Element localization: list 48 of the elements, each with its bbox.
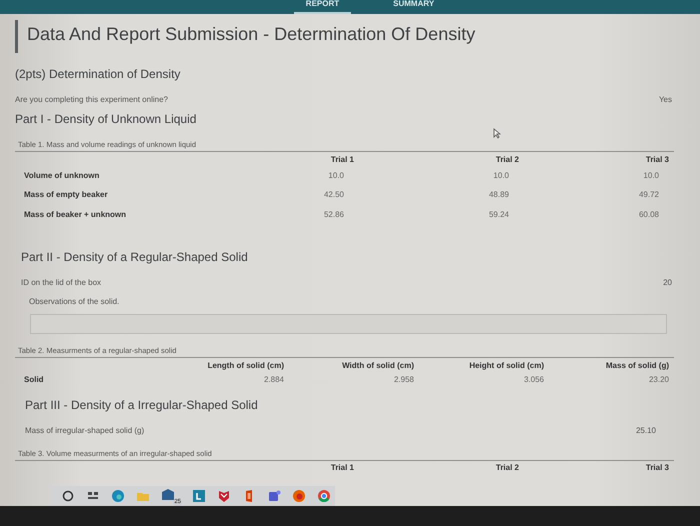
column-header: Length of solid (cm) — [206, 360, 284, 370]
row-label: Solid — [24, 374, 45, 384]
column-header: Trial 3 — [644, 462, 669, 472]
table-cell-text: 49.72 — [638, 190, 660, 198]
answer-value: 25.10 — [636, 426, 656, 435]
answer-value: Yes — [658, 95, 672, 104]
question-label: Mass of irregular-shaped solid (g) — [25, 426, 144, 435]
column-header: Trial 2 — [494, 154, 519, 164]
table-cell-text: 3.056 — [522, 374, 544, 384]
part-heading: Part I - Density of Unknown Liquid — [15, 112, 198, 126]
letter-l-icon[interactable] — [191, 488, 207, 504]
search-icon[interactable] — [60, 488, 76, 504]
column-header: Height of solid (cm) — [468, 360, 544, 370]
column-header: Trial 2 — [494, 462, 519, 472]
part-heading: Part II - Density of a Regular-Shaped Solid — [20, 250, 249, 264]
page-title: Data And Report Submission - Determination Of Density — [15, 20, 674, 53]
row-label: Mass of beaker + unknown — [24, 210, 128, 218]
question-label: Observations of the solid. — [29, 297, 120, 306]
row-label: Volume of unknown — [24, 170, 100, 180]
table-cell-text: 10.0 — [642, 170, 660, 180]
cursor-icon — [493, 128, 501, 139]
table-cell-text: 59.24 — [488, 210, 510, 218]
table-cell-text: 52.86 — [322, 210, 345, 218]
table-cell-text: 42.50 — [322, 190, 345, 198]
row-label: Mass of empty beaker — [24, 190, 109, 198]
text-field[interactable] — [30, 314, 667, 334]
table-cell-text: 2.958 — [392, 374, 414, 384]
browser-icon[interactable] — [110, 488, 126, 504]
table-cell-text: 48.89 — [488, 190, 510, 198]
answer-value: 20 — [663, 278, 672, 287]
table-cell-text: 2.884 — [262, 374, 284, 384]
table-cell-text: 10.0 — [492, 170, 510, 180]
table-cell-text: 10.0 — [327, 170, 345, 180]
column-header: Width of solid (cm) — [341, 360, 414, 370]
tab[interactable]: SUMMARY — [381, 0, 446, 14]
part-heading: Part III - Density of a Irregular-Shaped Solid — [24, 398, 259, 412]
column-header: Trial 3 — [644, 154, 669, 164]
column-header: Mass of solid (g) — [604, 360, 669, 370]
column-header: Trial 1 — [330, 462, 354, 472]
tab[interactable]: REPORT — [294, 0, 352, 14]
chrome-icon[interactable] — [316, 488, 332, 504]
table-cell-text: 23.20 — [648, 374, 669, 384]
table-cell-text: 60.08 — [638, 210, 660, 218]
question-label: Are you completing this experiment online? — [15, 95, 168, 104]
section-heading: (2pts) Determination of Density — [15, 67, 182, 81]
shield-icon[interactable] — [216, 488, 232, 504]
question-label: ID on the lid of the box — [21, 278, 102, 287]
column-header: Trial 1 — [330, 154, 354, 164]
